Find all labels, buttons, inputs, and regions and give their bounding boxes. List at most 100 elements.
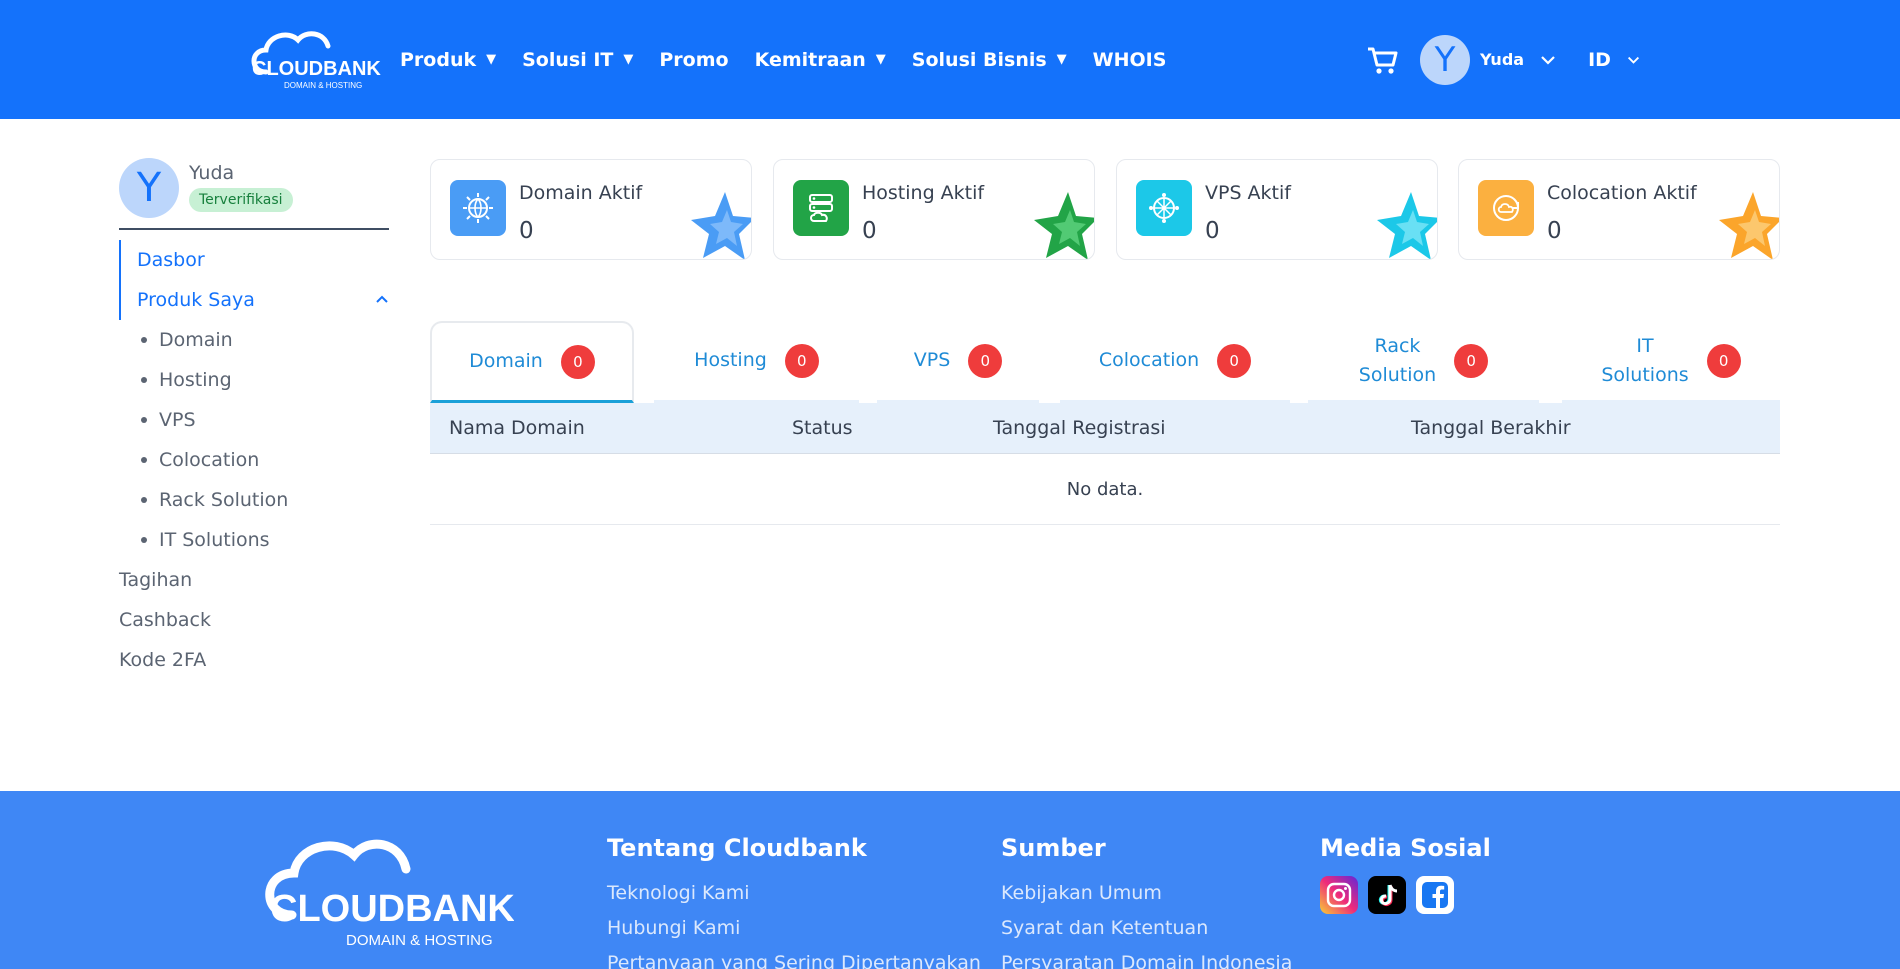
chevron-down-icon[interactable]: [1540, 55, 1556, 65]
logo-tagline: DOMAIN & HOSTING: [284, 81, 362, 90]
tab-rack-solution[interactable]: Rack Solution 0: [1308, 321, 1539, 403]
sidebar-item-produk-saya[interactable]: Produk Saya: [119, 280, 389, 320]
star-decoration-icon: [1377, 192, 1437, 259]
tab-label: Hosting: [694, 349, 767, 371]
stat-value: 0: [1205, 218, 1220, 244]
footer-social-title: Media Sosial: [1320, 834, 1491, 862]
footer-about: Tentang Cloudbank Teknologi Kami Hubungi…: [607, 834, 981, 969]
footer-link[interactable]: Persyaratan Domain Indonesia: [1001, 946, 1292, 969]
user-avatar[interactable]: Y: [1420, 34, 1470, 85]
sidebar-item-label: Kode 2FA: [119, 649, 207, 671]
tab-hosting[interactable]: Hosting 0: [654, 321, 859, 403]
tab-label-line: Solution: [1358, 363, 1437, 386]
user-name[interactable]: Yuda: [1480, 50, 1524, 69]
instagram-icon[interactable]: [1320, 876, 1358, 914]
footer-link[interactable]: Hubungi Kami: [607, 911, 981, 946]
footer-link[interactable]: Teknologi Kami: [607, 876, 981, 911]
stat-card-vps[interactable]: VPS Aktif 0: [1116, 159, 1438, 260]
sidebar-subitem-label: Rack Solution: [159, 489, 289, 511]
chevron-down-icon[interactable]: [1627, 55, 1640, 65]
footer-link[interactable]: Kebijakan Umum: [1001, 876, 1292, 911]
stat-card-colocation[interactable]: Colocation Aktif 0: [1458, 159, 1780, 260]
sidebar-subitem-domain[interactable]: Domain: [119, 320, 389, 360]
sidebar: Y Yuda Terverifikasi Dasbor Produk Saya …: [119, 158, 389, 680]
sidebar-subitem-vps[interactable]: VPS: [119, 400, 389, 440]
stat-card-hosting[interactable]: Hosting Aktif 0: [773, 159, 1095, 260]
nav-produk[interactable]: Produk ▼: [400, 49, 496, 71]
sidebar-menu: Dasbor Produk Saya Domain Hosting VPS Co…: [119, 240, 389, 680]
sidebar-subitem-rack-solution[interactable]: Rack Solution: [119, 480, 389, 520]
tab-label-line: Solutions: [1601, 363, 1689, 386]
footer-link[interactable]: Syarat dan Ketentuan: [1001, 911, 1292, 946]
product-tabs: Domain 0 Hosting 0 VPS 0 Colocation 0 Ra…: [430, 321, 1780, 403]
count-badge: 0: [784, 343, 819, 378]
cart-icon[interactable]: [1366, 43, 1400, 77]
tiktok-icon[interactable]: [1368, 876, 1406, 914]
top-navbar: CLOUDBANK DOMAIN & HOSTING Produk ▼ Solu…: [0, 0, 1900, 119]
bullet-icon: [141, 537, 147, 543]
bullet-icon: [141, 457, 147, 463]
stat-value: 0: [862, 218, 877, 244]
tab-label-line: Rack: [1374, 334, 1421, 357]
nav-kemitraan-label: Kemitraan: [754, 48, 866, 71]
star-decoration-icon: [1719, 192, 1779, 259]
count-badge: 0: [1706, 343, 1741, 378]
sidebar-item-label: Tagihan: [119, 569, 193, 591]
stat-card-domain[interactable]: Domain Aktif 0: [430, 159, 752, 260]
tab-label: Domain: [469, 350, 543, 372]
chevron-up-icon[interactable]: [375, 294, 389, 304]
count-badge: 0: [560, 344, 595, 379]
facebook-icon[interactable]: [1416, 876, 1454, 914]
table-header: Nama Domain Status Tanggal Registrasi Ta…: [430, 403, 1780, 454]
tab-domain[interactable]: Domain 0: [430, 321, 634, 403]
count-badge: 0: [968, 343, 1003, 378]
produk-submenu: Domain Hosting VPS Colocation Rack Solut…: [119, 320, 389, 560]
nav-kemitraan[interactable]: Kemitraan ▼: [755, 49, 886, 71]
nav-solusi-it[interactable]: Solusi IT ▼: [522, 49, 633, 71]
verified-badge: Terverifikasi: [189, 188, 293, 212]
server-icon: [793, 180, 849, 236]
profile-name: Yuda: [189, 162, 235, 184]
tab-vps[interactable]: VPS 0: [877, 321, 1039, 403]
cloudbank-logo[interactable]: CLOUDBANK DOMAIN & HOSTING: [244, 28, 382, 92]
sidebar-item-tagihan[interactable]: Tagihan: [119, 560, 389, 600]
column-header-tanggal-registrasi[interactable]: Tanggal Registrasi: [993, 417, 1166, 439]
header-actions: Y Yuda ID: [1366, 0, 1640, 119]
sidebar-subitem-label: VPS: [159, 409, 196, 431]
column-header-nama-domain[interactable]: Nama Domain: [449, 417, 585, 439]
footer-about-title: Tentang Cloudbank: [607, 834, 867, 862]
avatar: Y: [119, 158, 179, 218]
tab-it-solutions[interactable]: IT Solutions 0: [1562, 321, 1780, 403]
sidebar-item-dasbor[interactable]: Dasbor: [119, 240, 389, 280]
sidebar-subitem-colocation[interactable]: Colocation: [119, 440, 389, 480]
footer-logo-tagline: DOMAIN & HOSTING: [346, 932, 493, 949]
nav-solusi-bisnis[interactable]: Solusi Bisnis ▼: [912, 49, 1067, 71]
logo-wordmark: CLOUDBANK: [252, 58, 381, 80]
main-nav: Produk ▼ Solusi IT ▼ Promo Kemitraan ▼ S…: [400, 0, 1192, 119]
sidebar-subitem-it-solutions[interactable]: IT Solutions: [119, 520, 389, 560]
stat-value: 0: [519, 218, 534, 244]
tab-colocation[interactable]: Colocation 0: [1060, 321, 1290, 403]
stat-value: 0: [1547, 218, 1562, 244]
footer-logo[interactable]: CLOUDBANK DOMAIN & HOSTING: [254, 833, 514, 955]
column-header-tanggal-berakhir[interactable]: Tanggal Berakhir: [1411, 417, 1571, 439]
globe-icon: [450, 180, 506, 236]
stat-title: Domain Aktif: [519, 182, 643, 204]
tab-label: IT Solutions: [1601, 332, 1688, 390]
nav-promo[interactable]: Promo: [659, 49, 728, 71]
nav-whois-label: WHOIS: [1092, 48, 1167, 71]
sidebar-item-kode-2fa[interactable]: Kode 2FA: [119, 640, 389, 680]
count-badge: 0: [1454, 343, 1489, 378]
nav-whois[interactable]: WHOIS: [1093, 49, 1167, 71]
stat-title: Colocation Aktif: [1547, 182, 1697, 204]
footer-social: Media Sosial: [1320, 834, 1491, 914]
sidebar-subitem-hosting[interactable]: Hosting: [119, 360, 389, 400]
language-selector[interactable]: ID: [1588, 49, 1611, 71]
social-icons: [1320, 876, 1491, 914]
column-header-status[interactable]: Status: [792, 417, 853, 439]
footer-link[interactable]: Pertanyaan yang Sering Dipertanyakan: [607, 946, 981, 969]
sidebar-subitem-label: Colocation: [159, 449, 260, 471]
sidebar-item-cashback[interactable]: Cashback: [119, 600, 389, 640]
bullet-icon: [141, 497, 147, 503]
domain-table: Nama Domain Status Tanggal Registrasi Ta…: [430, 403, 1780, 525]
